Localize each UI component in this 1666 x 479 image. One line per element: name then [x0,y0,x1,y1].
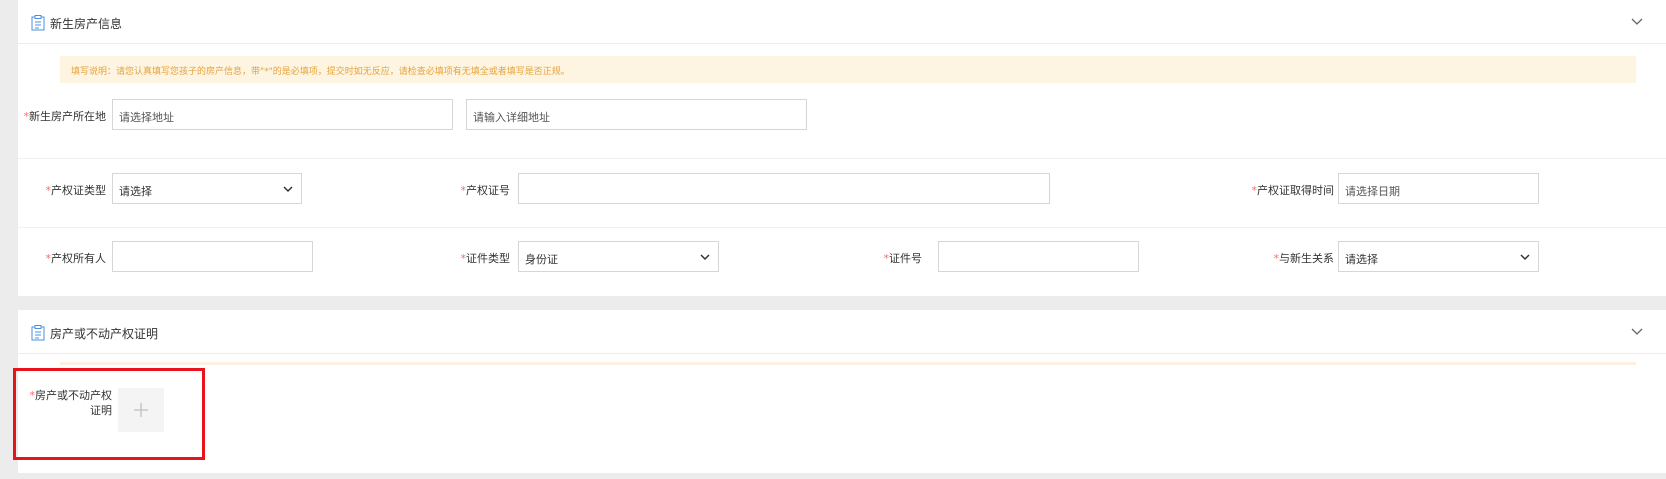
label-text: 产权所有人 [51,252,106,265]
cert-type-select[interactable]: 请选择 [112,173,302,204]
chevron-down-icon [283,186,293,193]
cert-date-label: *产权证取得时间 [1168,182,1335,198]
address-detail-input[interactable]: 请输入详细地址 [466,99,807,130]
cert-no-label: *产权证号 [418,182,511,198]
panel-title: 新生房产信息 [50,17,123,31]
owner-input[interactable] [112,241,313,272]
id-type-select[interactable]: 身份证 [518,241,719,272]
select-value: 身份证 [525,253,558,266]
cert-type-label: *产权证类型 [18,182,107,198]
highlight-box [13,368,205,460]
cert-no-input[interactable] [518,173,1050,204]
panel-header[interactable]: 房产或不动产权证明 [18,310,1666,354]
cert-date-picker[interactable]: 请选择日期 [1338,173,1539,204]
panel-header[interactable]: 新生房产信息 [18,0,1666,44]
chevron-down-icon[interactable] [1630,326,1644,338]
clipboard-icon [31,325,45,341]
notice-bar [60,362,1636,365]
id-no-label: *证件号 [838,250,923,266]
property-info-panel: 新生房产信息 填写说明：请您认真填写您孩子的房产信息，带"*"的是必填项，提交时… [18,0,1666,296]
relation-label: *与新生关系 [1218,250,1335,266]
clipboard-icon [31,15,45,31]
id-type-label: *证件类型 [418,250,511,266]
row-divider [18,158,1666,159]
label-text: 新生房产所在地 [29,110,106,123]
label-text: 与新生关系 [1279,252,1334,265]
label-text: 产权证类型 [51,184,106,197]
placeholder-text: 请选择地址 [119,111,174,124]
placeholder-text: 请选择日期 [1345,185,1400,198]
property-certificate-panel: 房产或不动产权证明 *房产或不动产权 证明 [18,310,1666,473]
chevron-down-icon [1520,254,1530,261]
label-text: 证件类型 [466,252,510,265]
panel-title: 房产或不动产权证明 [50,327,159,341]
relation-select[interactable]: 请选择 [1338,241,1539,272]
fill-instructions-notice: 填写说明：请您认真填写您孩子的房产信息，带"*"的是必填项，提交时如无反应，请检… [60,56,1636,83]
label-text: 产权证号 [466,184,510,197]
placeholder-text: 请输入详细地址 [473,111,550,124]
address-region-input[interactable]: 请选择地址 [112,99,453,130]
select-value: 请选择 [119,185,152,198]
select-value: 请选择 [1345,253,1378,266]
owner-label: *产权所有人 [18,250,107,266]
label-text: 证件号 [889,252,922,265]
chevron-down-icon [700,254,710,261]
address-label: *新生房产所在地 [18,108,107,124]
chevron-down-icon[interactable] [1630,16,1644,28]
id-no-input[interactable] [938,241,1139,272]
row-divider [18,227,1666,228]
label-text: 产权证取得时间 [1257,184,1334,197]
